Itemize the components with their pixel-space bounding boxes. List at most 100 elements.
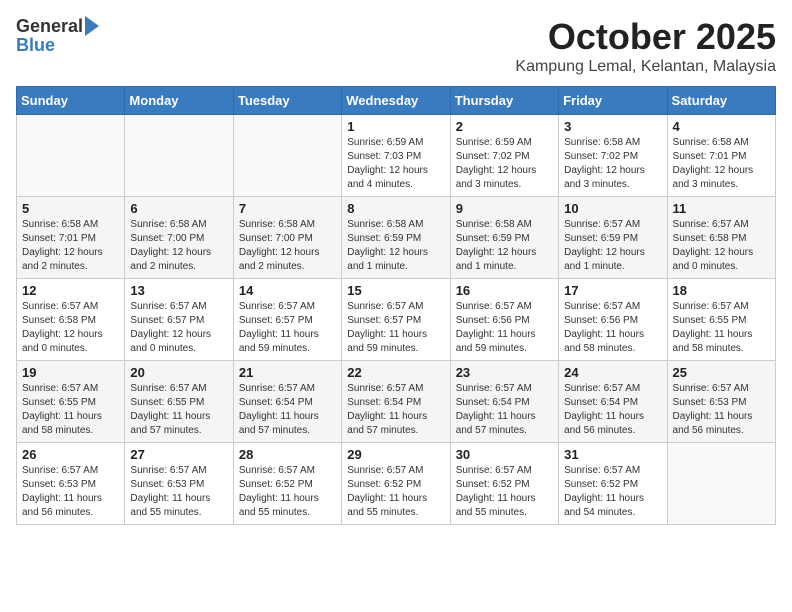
day-info: Sunrise: 6:59 AM Sunset: 7:02 PM Dayligh… [456, 136, 553, 192]
day-number: 7 [239, 201, 336, 216]
calendar-cell: 15 Sunrise: 6:57 AM Sunset: 6:57 PM Dayli… [342, 279, 450, 361]
calendar-cell: 29 Sunrise: 6:57 AM Sunset: 6:52 PM Dayli… [342, 443, 450, 525]
title-section: October 2025 Kampung Lemal, Kelantan, Ma… [515, 16, 776, 76]
weekday-header-row: SundayMondayTuesdayWednesdayThursdayFrid… [17, 87, 776, 115]
weekday-header-thursday: Thursday [450, 87, 558, 115]
day-info: Sunrise: 6:57 AM Sunset: 6:56 PM Dayligh… [564, 300, 661, 356]
weekday-header-wednesday: Wednesday [342, 87, 450, 115]
calendar-cell: 28 Sunrise: 6:57 AM Sunset: 6:52 PM Dayli… [233, 443, 341, 525]
calendar-cell: 5Sunrise: 6:58 AM Sunset: 7:01 PM Daylig… [17, 197, 125, 279]
day-number: 29 [347, 447, 444, 462]
day-info: Sunrise: 6:57 AM Sunset: 6:52 PM Dayligh… [456, 464, 553, 520]
day-number: 14 [239, 283, 336, 298]
day-info: Sunrise: 6:57 AM Sunset: 6:54 PM Dayligh… [347, 382, 444, 438]
day-info: Sunrise: 6:57 AM Sunset: 6:59 PM Dayligh… [564, 218, 661, 274]
calendar-week-3: 12 Sunrise: 6:57 AM Sunset: 6:58 PM Dayli… [17, 279, 776, 361]
calendar-cell [125, 115, 233, 197]
day-number: 31 [564, 447, 661, 462]
calendar-week-4: 19 Sunrise: 6:57 AM Sunset: 6:55 PM Dayli… [17, 361, 776, 443]
day-number: 17 [564, 283, 661, 298]
day-number: 4 [673, 119, 770, 134]
day-number: 11 [673, 201, 770, 216]
logo-arrow-icon [85, 16, 99, 36]
day-number: 30 [456, 447, 553, 462]
day-number: 10 [564, 201, 661, 216]
calendar-cell: 3Sunrise: 6:58 AM Sunset: 7:02 PM Daylig… [559, 115, 667, 197]
day-number: 26 [22, 447, 119, 462]
calendar-week-2: 5Sunrise: 6:58 AM Sunset: 7:01 PM Daylig… [17, 197, 776, 279]
calendar-cell: 4 Sunrise: 6:58 AM Sunset: 7:01 PM Daylig… [667, 115, 775, 197]
calendar-cell: 14 Sunrise: 6:57 AM Sunset: 6:57 PM Dayli… [233, 279, 341, 361]
location-title: Kampung Lemal, Kelantan, Malaysia [515, 58, 776, 76]
day-number: 12 [22, 283, 119, 298]
weekday-header-tuesday: Tuesday [233, 87, 341, 115]
day-info: Sunrise: 6:57 AM Sunset: 6:56 PM Dayligh… [456, 300, 553, 356]
logo-general-text: General [16, 16, 83, 37]
day-info: Sunrise: 6:57 AM Sunset: 6:57 PM Dayligh… [347, 300, 444, 356]
day-info: Sunrise: 6:58 AM Sunset: 7:02 PM Dayligh… [564, 136, 661, 192]
calendar-cell: 12 Sunrise: 6:57 AM Sunset: 6:58 PM Dayli… [17, 279, 125, 361]
day-info: Sunrise: 6:57 AM Sunset: 6:54 PM Dayligh… [564, 382, 661, 438]
day-number: 20 [130, 365, 227, 380]
calendar-cell: 2 Sunrise: 6:59 AM Sunset: 7:02 PM Daylig… [450, 115, 558, 197]
month-title: October 2025 [515, 16, 776, 58]
day-info: Sunrise: 6:58 AM Sunset: 7:01 PM Dayligh… [673, 136, 770, 192]
calendar-cell: 31 Sunrise: 6:57 AM Sunset: 6:52 PM Dayli… [559, 443, 667, 525]
calendar-cell: 24 Sunrise: 6:57 AM Sunset: 6:54 PM Dayli… [559, 361, 667, 443]
day-number: 27 [130, 447, 227, 462]
day-number: 2 [456, 119, 553, 134]
day-number: 16 [456, 283, 553, 298]
logo: General Blue [16, 16, 99, 56]
calendar-cell [17, 115, 125, 197]
day-info: Sunrise: 6:57 AM Sunset: 6:57 PM Dayligh… [130, 300, 227, 356]
day-number: 24 [564, 365, 661, 380]
calendar-cell: 6 Sunrise: 6:58 AM Sunset: 7:00 PM Daylig… [125, 197, 233, 279]
weekday-header-friday: Friday [559, 87, 667, 115]
weekday-header-saturday: Saturday [667, 87, 775, 115]
calendar-cell: 1Sunrise: 6:59 AM Sunset: 7:03 PM Daylig… [342, 115, 450, 197]
day-info: Sunrise: 6:57 AM Sunset: 6:53 PM Dayligh… [673, 382, 770, 438]
calendar-cell [233, 115, 341, 197]
day-info: Sunrise: 6:57 AM Sunset: 6:52 PM Dayligh… [347, 464, 444, 520]
day-info: Sunrise: 6:57 AM Sunset: 6:52 PM Dayligh… [239, 464, 336, 520]
day-number: 19 [22, 365, 119, 380]
day-info: Sunrise: 6:57 AM Sunset: 6:58 PM Dayligh… [22, 300, 119, 356]
day-number: 21 [239, 365, 336, 380]
calendar-cell: 10 Sunrise: 6:57 AM Sunset: 6:59 PM Dayli… [559, 197, 667, 279]
day-info: Sunrise: 6:57 AM Sunset: 6:55 PM Dayligh… [673, 300, 770, 356]
day-info: Sunrise: 6:57 AM Sunset: 6:52 PM Dayligh… [564, 464, 661, 520]
day-number: 25 [673, 365, 770, 380]
calendar-cell: 27Sunrise: 6:57 AM Sunset: 6:53 PM Dayli… [125, 443, 233, 525]
calendar-cell: 23Sunrise: 6:57 AM Sunset: 6:54 PM Dayli… [450, 361, 558, 443]
day-info: Sunrise: 6:58 AM Sunset: 6:59 PM Dayligh… [347, 218, 444, 274]
calendar-cell: 16 Sunrise: 6:57 AM Sunset: 6:56 PM Dayli… [450, 279, 558, 361]
calendar-cell: 13 Sunrise: 6:57 AM Sunset: 6:57 PM Dayli… [125, 279, 233, 361]
day-info: Sunrise: 6:58 AM Sunset: 7:00 PM Dayligh… [130, 218, 227, 274]
calendar-body: 1Sunrise: 6:59 AM Sunset: 7:03 PM Daylig… [17, 115, 776, 525]
day-number: 28 [239, 447, 336, 462]
calendar-cell: 11 Sunrise: 6:57 AM Sunset: 6:58 PM Dayli… [667, 197, 775, 279]
calendar-table: SundayMondayTuesdayWednesdayThursdayFrid… [16, 86, 776, 525]
calendar-cell: 22 Sunrise: 6:57 AM Sunset: 6:54 PM Dayli… [342, 361, 450, 443]
page-header: General Blue October 2025 Kampung Lemal,… [16, 16, 776, 76]
day-number: 6 [130, 201, 227, 216]
calendar-cell: 26 Sunrise: 6:57 AM Sunset: 6:53 PM Dayli… [17, 443, 125, 525]
calendar-cell: 18Sunrise: 6:57 AM Sunset: 6:55 PM Dayli… [667, 279, 775, 361]
day-info: Sunrise: 6:57 AM Sunset: 6:58 PM Dayligh… [673, 218, 770, 274]
day-number: 9 [456, 201, 553, 216]
day-number: 15 [347, 283, 444, 298]
day-info: Sunrise: 6:57 AM Sunset: 6:54 PM Dayligh… [456, 382, 553, 438]
day-info: Sunrise: 6:57 AM Sunset: 6:53 PM Dayligh… [22, 464, 119, 520]
calendar-cell: 30 Sunrise: 6:57 AM Sunset: 6:52 PM Dayli… [450, 443, 558, 525]
day-number: 13 [130, 283, 227, 298]
day-info: Sunrise: 6:58 AM Sunset: 7:01 PM Dayligh… [22, 218, 119, 274]
day-info: Sunrise: 6:57 AM Sunset: 6:57 PM Dayligh… [239, 300, 336, 356]
day-info: Sunrise: 6:57 AM Sunset: 6:55 PM Dayligh… [22, 382, 119, 438]
calendar-cell: 25 Sunrise: 6:57 AM Sunset: 6:53 PM Dayli… [667, 361, 775, 443]
calendar-cell: 19 Sunrise: 6:57 AM Sunset: 6:55 PM Dayli… [17, 361, 125, 443]
day-number: 22 [347, 365, 444, 380]
calendar-header: SundayMondayTuesdayWednesdayThursdayFrid… [17, 87, 776, 115]
calendar-cell: 9Sunrise: 6:58 AM Sunset: 6:59 PM Daylig… [450, 197, 558, 279]
calendar-week-5: 26 Sunrise: 6:57 AM Sunset: 6:53 PM Dayli… [17, 443, 776, 525]
weekday-header-sunday: Sunday [17, 87, 125, 115]
